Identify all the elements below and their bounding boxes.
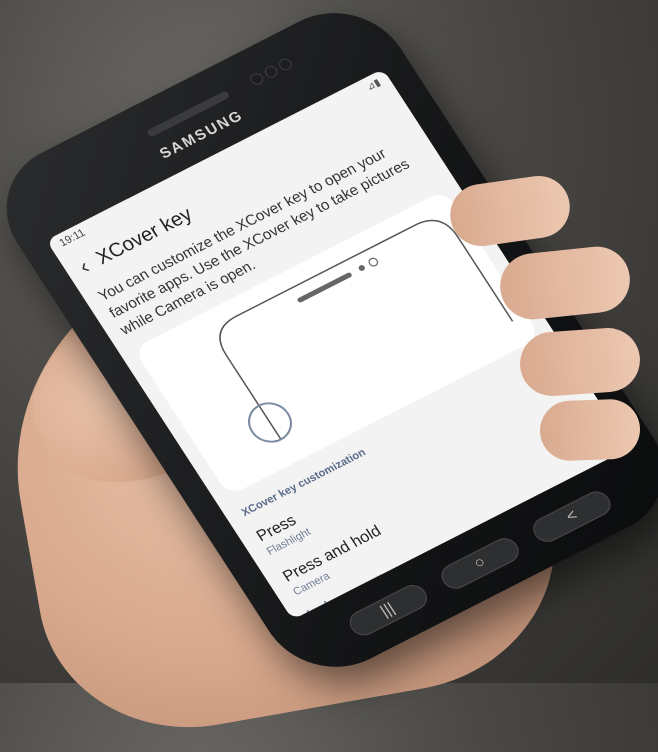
- front-sensor: [248, 71, 266, 87]
- finger: [538, 398, 642, 462]
- recents-icon[interactable]: |||: [344, 580, 432, 640]
- home-icon[interactable]: ○: [436, 533, 524, 594]
- back-nav-icon[interactable]: <: [528, 486, 616, 547]
- front-sensor: [262, 63, 280, 80]
- back-arrow-icon[interactable]: ‹: [74, 254, 95, 279]
- finger: [517, 325, 643, 399]
- photo-scene: SAMSUNG 19:11 ⊿▮ ‹ XCover key You can cu…: [0, 0, 658, 752]
- front-camera: [276, 56, 294, 73]
- signal-battery-icon: ⊿▮: [364, 77, 383, 93]
